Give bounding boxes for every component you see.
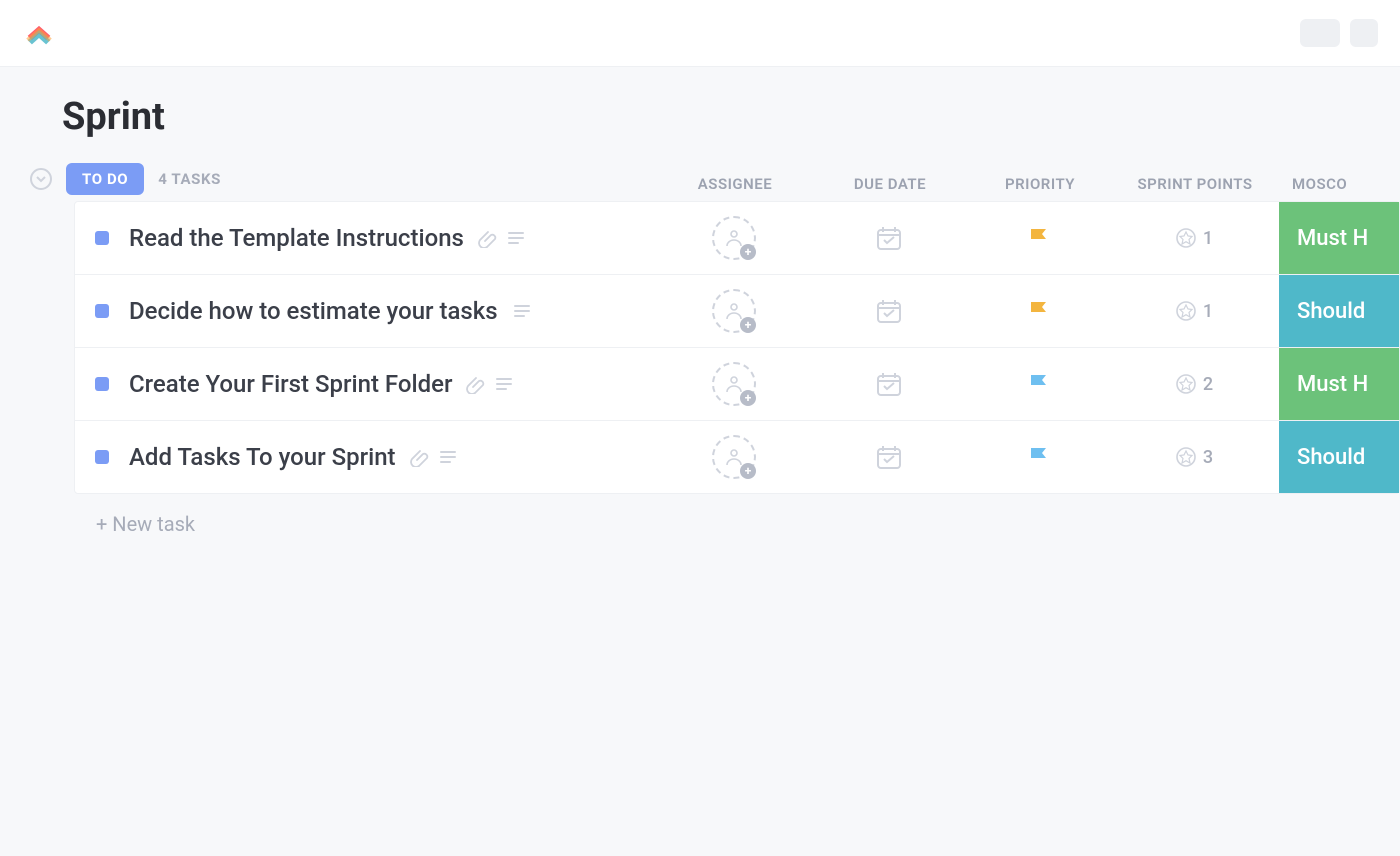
star-icon (1175, 446, 1197, 468)
points-cell[interactable]: 1 (1109, 300, 1279, 322)
task-cells: +1 Must H (659, 202, 1399, 274)
task-cells: +2 Must H (659, 348, 1399, 420)
star-icon (1175, 373, 1197, 395)
priority-cell[interactable] (969, 298, 1109, 324)
task-meta (410, 447, 458, 467)
task-row[interactable]: Add Tasks To your Sprint +3 Should (75, 421, 1399, 493)
moscow-tag[interactable]: Must H (1279, 202, 1399, 274)
status-indicator[interactable] (95, 377, 109, 391)
duedate-cell[interactable] (809, 296, 969, 326)
calendar-icon (874, 296, 904, 326)
flag-icon (1026, 225, 1052, 251)
content-area: Sprint ASSIGNEE DUE DATE PRIORITY SPRINT… (0, 67, 1400, 536)
status-pill-todo[interactable]: TO DO (66, 163, 144, 195)
calendar-icon (874, 442, 904, 472)
page-title: Sprint (62, 95, 1400, 139)
assignee-cell[interactable]: + (659, 289, 809, 333)
task-list: Read the Template Instructions+1Must HDe… (74, 201, 1400, 494)
duedate-cell[interactable] (809, 223, 969, 253)
col-header-points[interactable]: SPRINT POINTS (1110, 175, 1280, 193)
task-count: 4 TASKS (158, 170, 221, 188)
status-indicator[interactable] (95, 304, 109, 318)
star-icon (1175, 300, 1197, 322)
duedate-cell[interactable] (809, 442, 969, 472)
points-value: 3 (1203, 447, 1213, 468)
plus-icon: + (740, 390, 756, 406)
priority-cell[interactable] (969, 371, 1109, 397)
description-icon (494, 374, 514, 394)
assignee-cell[interactable]: + (659, 435, 809, 479)
moscow-cell[interactable]: Should (1279, 275, 1399, 347)
task-title[interactable]: Add Tasks To your Sprint (129, 443, 396, 471)
priority-cell[interactable] (969, 444, 1109, 470)
points-value: 2 (1203, 374, 1213, 395)
topbar-button-2[interactable] (1350, 19, 1378, 47)
task-row[interactable]: Decide how to estimate your tasks +1 Shoul… (75, 275, 1399, 348)
col-header-duedate[interactable]: DUE DATE (810, 175, 970, 193)
priority-cell[interactable] (969, 225, 1109, 251)
add-assignee-icon[interactable]: + (712, 435, 756, 479)
task-row[interactable]: Create Your First Sprint Folder +2 Must H (75, 348, 1399, 421)
task-title[interactable]: Create Your First Sprint Folder (129, 370, 452, 398)
collapse-toggle[interactable] (30, 168, 52, 190)
moscow-tag[interactable]: Must H (1279, 348, 1399, 420)
task-title[interactable]: Decide how to estimate your tasks (129, 297, 498, 325)
task-cells: +3 Should (659, 421, 1399, 493)
task-meta (466, 374, 514, 394)
description-icon (512, 301, 532, 321)
moscow-cell[interactable]: Should (1279, 421, 1399, 493)
moscow-cell[interactable]: Must H (1279, 202, 1399, 274)
flag-icon (1026, 371, 1052, 397)
assignee-cell[interactable]: + (659, 216, 809, 260)
flag-icon (1026, 444, 1052, 470)
points-cell[interactable]: 1 (1109, 227, 1279, 249)
flag-icon (1026, 298, 1052, 324)
plus-icon: + (740, 317, 756, 333)
moscow-tag[interactable]: Should (1279, 421, 1399, 493)
attachment-icon (466, 374, 486, 394)
duedate-cell[interactable] (809, 369, 969, 399)
description-icon (438, 447, 458, 467)
star-icon (1175, 227, 1197, 249)
plus-icon: + (740, 244, 756, 260)
points-value: 1 (1203, 301, 1213, 322)
attachment-icon (478, 228, 498, 248)
topbar-button-1[interactable] (1300, 19, 1340, 47)
attachment-icon (410, 447, 430, 467)
calendar-icon (874, 223, 904, 253)
task-row[interactable]: Read the Template Instructions +1 Must H (75, 202, 1399, 275)
col-header-priority[interactable]: PRIORITY (970, 175, 1110, 193)
topbar (0, 0, 1400, 67)
moscow-cell[interactable]: Must H (1279, 348, 1399, 420)
app-logo[interactable] (22, 16, 56, 50)
task-meta (478, 228, 526, 248)
points-cell[interactable]: 2 (1109, 373, 1279, 395)
col-header-assignee[interactable]: ASSIGNEE (660, 175, 810, 193)
new-task-button[interactable]: + New task (96, 512, 1400, 536)
points-value: 1 (1203, 228, 1213, 249)
status-indicator[interactable] (95, 231, 109, 245)
add-assignee-icon[interactable]: + (712, 289, 756, 333)
assignee-cell[interactable]: + (659, 362, 809, 406)
calendar-icon (874, 369, 904, 399)
col-header-moscow[interactable]: MOSCO (1280, 175, 1400, 193)
moscow-tag[interactable]: Should (1279, 275, 1399, 347)
column-headers: ASSIGNEE DUE DATE PRIORITY SPRINT POINTS… (660, 175, 1400, 193)
description-icon (506, 228, 526, 248)
add-assignee-icon[interactable]: + (712, 216, 756, 260)
plus-icon: + (740, 463, 756, 479)
points-cell[interactable]: 3 (1109, 446, 1279, 468)
task-meta (512, 301, 532, 321)
topbar-actions (1300, 19, 1378, 47)
task-title[interactable]: Read the Template Instructions (129, 224, 464, 252)
task-cells: +1 Should (659, 275, 1399, 347)
add-assignee-icon[interactable]: + (712, 362, 756, 406)
status-indicator[interactable] (95, 450, 109, 464)
